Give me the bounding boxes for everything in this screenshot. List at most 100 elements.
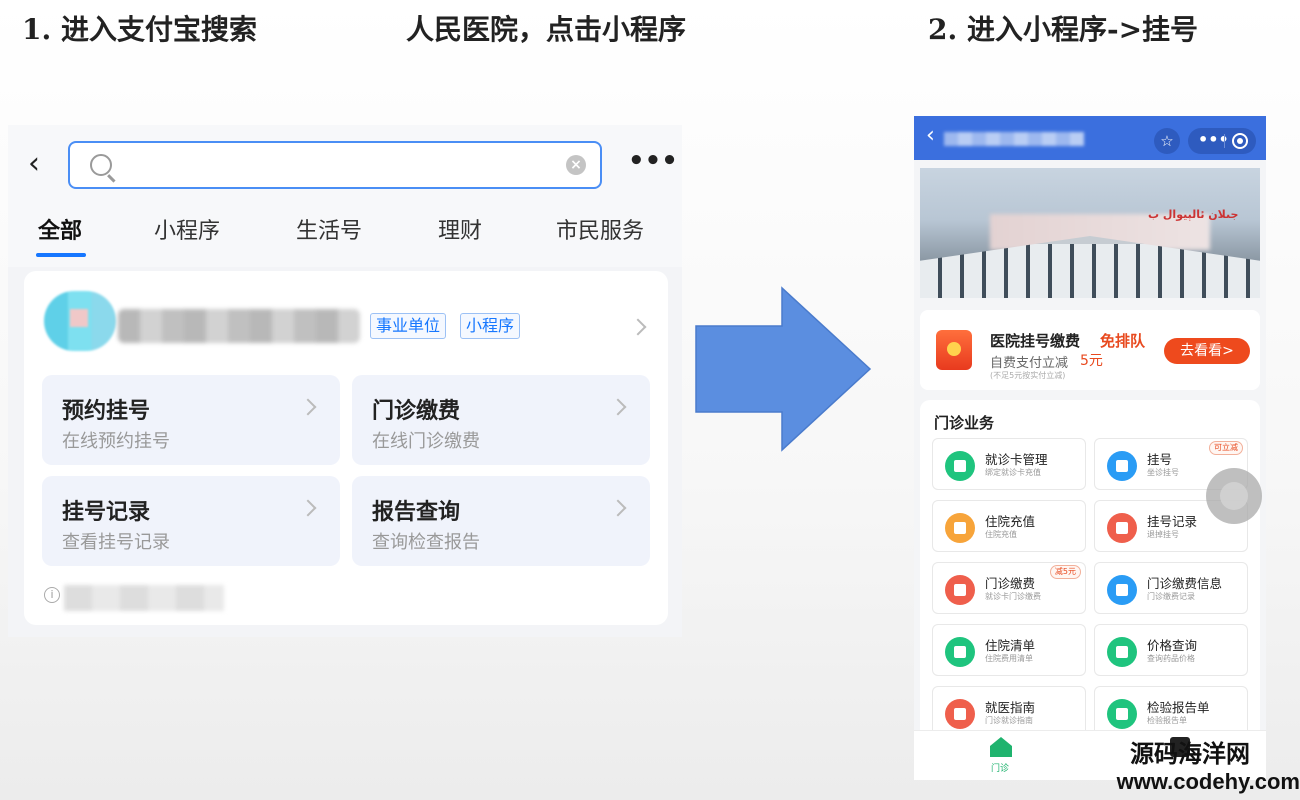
chevron-right-icon: [299, 398, 317, 416]
mini-program-header: ‹ ☆ •••: [914, 116, 1266, 160]
mini-program-title-redacted: [944, 132, 1084, 146]
promo-amount: 5元: [1080, 353, 1103, 369]
service-subtitle: 在线预约挂号: [62, 431, 170, 452]
search-box[interactable]: ×: [68, 141, 602, 189]
service-title: 住院充值: [985, 514, 1036, 529]
star-icon[interactable]: ☆: [1154, 128, 1180, 154]
service-title: 挂号: [1147, 452, 1173, 467]
floating-assist-button[interactable]: [1206, 468, 1262, 524]
back-arrow-icon[interactable]: ‹: [926, 124, 935, 148]
tab-citizen-services[interactable]: 市民服务: [556, 213, 644, 245]
service-subtitle: 查询药品价格: [1147, 654, 1195, 663]
service-title: 门诊缴费信息: [1147, 576, 1223, 591]
service-title: 报告查询: [372, 500, 461, 525]
card-icon: [945, 451, 975, 481]
service-subtitle: 门诊缴费记录: [1147, 592, 1195, 601]
org-name-redacted: [118, 309, 360, 343]
service-title: 就医指南: [985, 700, 1036, 715]
guide-icon: [945, 699, 975, 729]
tab-all[interactable]: 全部: [38, 213, 82, 245]
service-report-query[interactable]: 报告查询 查询检查报告: [352, 476, 650, 566]
service-title: 住院清单: [985, 638, 1036, 653]
service-subtitle: 住院充值: [985, 530, 1017, 539]
service-subtitle: 在线门诊缴费: [372, 431, 480, 452]
service-subtitle: 绑定就诊卡充值: [985, 468, 1041, 477]
step1-caption: 1. 进入支付宝搜索: [22, 13, 257, 46]
hospital-result-card[interactable]: 事业单位 小程序 预约挂号 在线预约挂号 门诊缴费 在线门诊缴费 挂号记录 查看…: [24, 271, 668, 625]
tab-outpatient[interactable]: 门诊: [991, 761, 1009, 774]
service-card-management[interactable]: 就诊卡管理 绑定就诊卡充值: [932, 438, 1086, 490]
active-tab-indicator: [36, 253, 86, 257]
promo-note: (不足5元按实付立减): [990, 371, 1066, 380]
promo-highlight: 免排队: [1100, 332, 1146, 350]
service-title: 挂号记录: [62, 500, 151, 525]
tag-mini-program[interactable]: 小程序: [460, 313, 521, 339]
watermark: 源码海洋网 www.codehy.com: [1094, 740, 1300, 796]
home-icon[interactable]: [990, 737, 1012, 757]
service-inpatient-recharge[interactable]: 住院充值 住院充值: [932, 500, 1086, 552]
service-title: 检验报告单: [1147, 700, 1210, 715]
promo-card[interactable]: 医院挂号缴费 免排队 自费支付立减 5元 (不足5元按实付立减) 去看看>: [920, 310, 1260, 390]
step2-caption: 2. 进入小程序->挂号: [928, 13, 1199, 46]
more-icon[interactable]: •••: [628, 147, 678, 177]
search-tabs: 全部 小程序 生活号 理财 市民服务: [8, 207, 682, 259]
service-subtitle: 查看挂号记录: [62, 532, 170, 553]
service-subtitle: 就诊卡门诊缴费: [985, 592, 1041, 601]
service-registration-records[interactable]: 挂号记录 查看挂号记录: [42, 476, 340, 566]
outpatient-services-panel: 门诊业务 就诊卡管理 绑定就诊卡充值 挂号 坐诊挂号 可立减 住院充值 住院充值…: [920, 400, 1260, 750]
tab-finance[interactable]: 理财: [438, 213, 482, 245]
service-outpatient-payment[interactable]: 门诊缴费 就诊卡门诊缴费 减5元: [932, 562, 1086, 614]
step1-caption-continued: 人民医院，点击小程序: [406, 13, 687, 46]
promo-subtitle: 自费支付立减: [990, 356, 1069, 371]
tab-life-account[interactable]: 生活号: [296, 213, 362, 245]
clock-icon: [1107, 451, 1137, 481]
service-subtitle: 查询检查报告: [372, 532, 480, 553]
watermark-name: 源码海洋网: [1130, 740, 1250, 768]
watermark-url: www.codehy.com: [1116, 769, 1300, 794]
promo-title: 医院挂号缴费: [990, 332, 1081, 350]
wallet-icon: [945, 513, 975, 543]
capsule-menu[interactable]: •••: [1188, 128, 1256, 154]
tab-mini-program[interactable]: 小程序: [154, 213, 220, 245]
back-arrow-icon[interactable]: ‹: [28, 149, 50, 179]
price-icon: [1107, 637, 1137, 667]
info-icon: i: [44, 587, 60, 603]
service-title: 门诊缴费: [985, 576, 1036, 591]
info-text-redacted: [64, 585, 224, 611]
search-input[interactable]: [126, 149, 526, 181]
service-outpatient-payment[interactable]: 门诊缴费 在线门诊缴费: [352, 375, 650, 465]
section-title: 门诊业务: [934, 414, 995, 432]
red-envelope-icon: [936, 330, 972, 370]
close-target-icon[interactable]: [1232, 133, 1248, 149]
service-subtitle: 门诊就诊指南: [985, 716, 1033, 725]
chevron-right-icon: [609, 398, 627, 416]
right-arrow-icon: [695, 286, 872, 452]
clear-icon[interactable]: ×: [566, 155, 586, 175]
capsule-divider: [1224, 134, 1225, 148]
promo-go-button[interactable]: 去看看>: [1164, 338, 1250, 364]
service-payment-info[interactable]: 门诊缴费信息 门诊缴费记录: [1094, 562, 1248, 614]
service-title: 就诊卡管理: [985, 452, 1048, 467]
payment-icon: [945, 575, 975, 605]
service-price-query[interactable]: 价格查询 查询药品价格: [1094, 624, 1248, 676]
service-book-appointment[interactable]: 预约挂号 在线预约挂号: [42, 375, 340, 465]
report-icon: [1107, 699, 1137, 729]
discount-badge: 减5元: [1049, 565, 1081, 579]
search-header: ‹ × ••• 全部 小程序 生活号 理财 市民服务: [8, 125, 682, 267]
chevron-right-icon: [299, 499, 317, 517]
hospital-banner-image: جىلان ئالېيوال ب: [920, 168, 1260, 298]
list-icon: [1107, 575, 1137, 605]
alipay-search-screen: ‹ × ••• 全部 小程序 生活号 理财 市民服务 事业单位 小程序 预约挂号…: [8, 125, 682, 637]
service-title: 门诊缴费: [372, 399, 461, 424]
service-title: 挂号记录: [1147, 514, 1198, 529]
discount-badge: 可立减: [1209, 441, 1243, 455]
service-subtitle: 坐诊挂号: [1147, 468, 1179, 477]
org-avatar: [44, 291, 116, 351]
service-title: 价格查询: [1147, 638, 1198, 653]
bill-icon: [945, 637, 975, 667]
service-subtitle: 检验报告单: [1147, 716, 1187, 725]
search-icon: [90, 154, 112, 176]
service-inpatient-bill[interactable]: 住院清单 住院费用清单: [932, 624, 1086, 676]
chevron-right-icon[interactable]: [629, 318, 647, 336]
chevron-right-icon: [609, 499, 627, 517]
